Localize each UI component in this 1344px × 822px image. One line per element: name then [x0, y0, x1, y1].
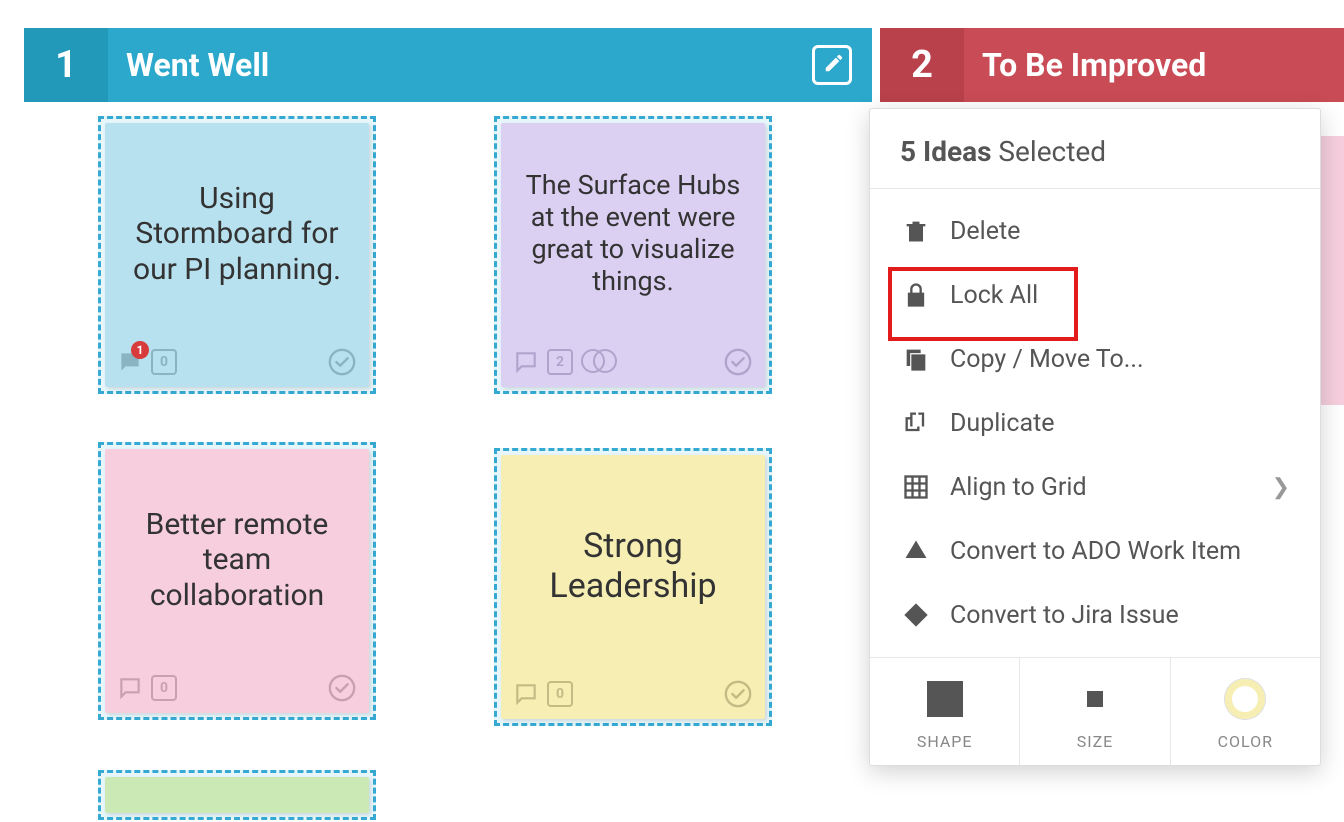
column-number: 2 [880, 28, 964, 102]
comment-outline-icon[interactable] [513, 681, 539, 707]
column-header-to-be-improved: 2 To Be Improved [880, 28, 1344, 102]
column-title: To Be Improved [982, 46, 1344, 84]
square-icon [927, 681, 963, 717]
idea-card[interactable] [98, 770, 376, 820]
vote-count[interactable]: 0 [547, 681, 573, 707]
vote-count[interactable]: 0 [151, 675, 177, 701]
menu-header: 5 Ideas Selected [870, 109, 1320, 188]
card-text: The Surface Hubs at the event were great… [501, 123, 765, 337]
card-text: Better remote team collaboration [105, 449, 369, 663]
menu-item-convert-ado[interactable]: Convert to ADO Work Item [870, 519, 1320, 583]
menu-item-lock-all[interactable]: Lock All [870, 263, 1320, 327]
context-menu: 5 Ideas Selected Delete Lock All Copy / … [869, 108, 1321, 766]
column-number: 1 [24, 28, 108, 102]
lock-icon [900, 279, 932, 311]
small-square-icon [1087, 691, 1103, 707]
jira-icon [900, 599, 932, 631]
check-circle-icon[interactable] [327, 347, 357, 377]
menu-item-convert-jira[interactable]: Convert to Jira Issue [870, 583, 1320, 647]
check-circle-icon[interactable] [327, 673, 357, 703]
check-circle-icon[interactable] [723, 347, 753, 377]
chevron-right-icon: ❯ [1272, 475, 1290, 500]
color-ring-icon [1225, 679, 1265, 719]
shape-picker[interactable]: SHAPE [870, 658, 1020, 765]
menu-item-copy-move[interactable]: Copy / Move To... [870, 327, 1320, 391]
menu-item-delete[interactable]: Delete [870, 199, 1320, 263]
card-footer: 0 [501, 669, 765, 719]
selection-count: 5 Ideas [900, 135, 991, 168]
copy-icon [900, 343, 932, 375]
comment-outline-icon[interactable] [513, 349, 539, 375]
vote-count[interactable]: 0 [151, 349, 177, 375]
pencil-icon [823, 52, 845, 74]
idea-card[interactable]: Strong Leadership 0 [494, 448, 772, 726]
vote-count[interactable]: 2 [547, 349, 573, 375]
check-circle-icon[interactable] [723, 679, 753, 709]
card-text: Strong Leadership [501, 455, 765, 669]
column-title: Went Well [126, 46, 812, 84]
card-footer: 1 0 [105, 337, 369, 387]
color-picker[interactable]: COLOR [1171, 658, 1320, 765]
column-header-went-well: 1 Went Well [24, 28, 872, 102]
duplicate-icon [900, 407, 932, 439]
size-picker[interactable]: SIZE [1020, 658, 1170, 765]
azure-devops-icon [900, 535, 932, 567]
menu-item-duplicate[interactable]: Duplicate [870, 391, 1320, 455]
idea-card[interactable]: Using Stormboard for our PI planning. 1 … [98, 116, 376, 394]
idea-card[interactable]: Better remote team collaboration 0 [98, 442, 376, 720]
card-footer: 0 [105, 663, 369, 713]
grid-icon [900, 471, 932, 503]
idea-card[interactable]: The Surface Hubs at the event were great… [494, 116, 772, 394]
menu-bottom-row: SHAPE SIZE COLOR [870, 657, 1320, 765]
card-footer: 2 [501, 337, 765, 387]
comment-badge: 1 [131, 341, 149, 359]
card-text: Using Stormboard for our PI planning. [105, 123, 369, 337]
comment-outline-icon[interactable] [117, 675, 143, 701]
edit-column-button[interactable] [812, 45, 852, 85]
menu-item-align-grid[interactable]: Align to Grid ❯ [870, 455, 1320, 519]
reaction-icon[interactable] [581, 349, 619, 375]
trash-icon [900, 215, 932, 247]
